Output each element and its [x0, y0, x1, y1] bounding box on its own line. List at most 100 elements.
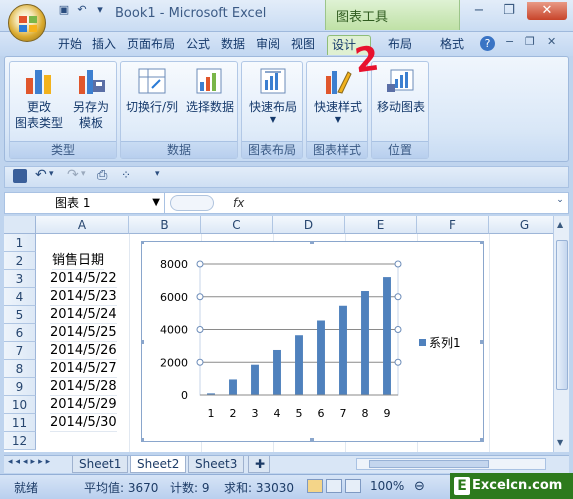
group-chart-styles-label: 图表样式 [307, 141, 367, 158]
col-header-b[interactable]: B [129, 216, 201, 234]
row-header-5[interactable]: 5 [4, 306, 36, 324]
col-header-g[interactable]: G [489, 216, 553, 234]
tab-format[interactable]: 格式 [436, 35, 468, 55]
sheet-tab-2[interactable]: Sheet2 [130, 456, 187, 473]
move-chart-button[interactable]: 移动图表 [374, 66, 428, 115]
save-icon[interactable] [13, 169, 27, 183]
row-header-12[interactable]: 12 [4, 432, 36, 450]
cell-a6[interactable]: 2014/5/25 [50, 324, 117, 342]
vertical-scroll-thumb[interactable] [556, 240, 568, 390]
office-button[interactable] [8, 4, 46, 42]
sheet-tab-1[interactable]: Sheet1 [72, 456, 129, 473]
select-all-corner[interactable] [4, 216, 36, 234]
formula-controls [170, 195, 214, 211]
redo-dropdown-icon[interactable]: ▾ [81, 169, 86, 179]
row-header-10[interactable]: 10 [4, 396, 36, 414]
tab-layout[interactable]: 布局 [384, 35, 416, 55]
save-as-template-button[interactable]: 另存为 模板 [68, 66, 114, 131]
move-chart-label: 移动图表 [376, 100, 425, 114]
tab-formulas[interactable]: 公式 [182, 35, 214, 55]
name-box-dropdown-icon[interactable]: ▼ [152, 193, 160, 213]
tab-insert[interactable]: 插入 [88, 35, 120, 55]
save-icon[interactable]: ▣ [56, 2, 72, 18]
print-preview-icon[interactable]: ⎙ [97, 168, 107, 183]
cell-a5[interactable]: 2014/5/24 [50, 306, 117, 324]
vertical-scrollbar[interactable]: ▲ ▼ [553, 216, 569, 452]
group-data: 切换行/列 选择数据 数据 [120, 61, 238, 159]
insert-function-icon[interactable]: fx [233, 196, 244, 210]
row-header-3[interactable]: 3 [4, 270, 36, 288]
horizontal-scroll-thumb[interactable] [369, 460, 489, 468]
row-header-7[interactable]: 7 [4, 342, 36, 360]
tab-view[interactable]: 视图 [287, 35, 319, 55]
row-header-6[interactable]: 6 [4, 324, 36, 342]
maximize-button[interactable]: ❐ [495, 2, 523, 20]
row-header-2[interactable]: 2 [4, 252, 36, 270]
tab-page-layout[interactable]: 页面布局 [123, 35, 179, 55]
row-header-4[interactable]: 4 [4, 288, 36, 306]
chart-tools-label: 图表工具 [336, 10, 389, 25]
sheet-nav-icon[interactable]: ◂◂◂▸▸▸ [8, 457, 53, 467]
page-break-view-icon[interactable] [345, 479, 361, 493]
horizontal-scrollbar[interactable] [356, 458, 546, 470]
plot-handle [196, 358, 204, 366]
minimize-button[interactable]: − [465, 2, 493, 20]
select-data-button[interactable]: 选择数据 [183, 66, 237, 115]
page-layout-view-icon[interactable] [326, 479, 342, 493]
customize-qat-icon[interactable]: ▾ [155, 169, 160, 179]
title-bar: ▣ ↶ ▾ Book1 - Microsoft Excel 图表工具 − ❐ ✕ [0, 0, 573, 32]
row-header-8[interactable]: 8 [4, 360, 36, 378]
ribbon-minimize-icon[interactable]: − [505, 35, 514, 48]
col-header-d[interactable]: D [273, 216, 345, 234]
bar [229, 379, 237, 395]
quick-layout-button[interactable]: 快速布局 ▼ [245, 66, 301, 125]
redo-icon[interactable]: ↷ [67, 167, 79, 183]
undo-dropdown-icon[interactable]: ▾ [49, 169, 54, 179]
cell-a9[interactable]: 2014/5/28 [50, 378, 117, 396]
zoom-level[interactable]: 100% [370, 479, 404, 493]
normal-view-icon[interactable] [307, 479, 323, 493]
tab-home[interactable]: 开始 [54, 35, 86, 55]
cell-a3[interactable]: 2014/5/22 [50, 270, 117, 288]
zoom-out-icon[interactable]: ⊖ [414, 479, 425, 494]
ribbon: 更改 图表类型 另存为 模板 类型 切换行/列 选择数据 数据 快速布局 ▼ 图… [4, 56, 569, 162]
expand-formula-icon[interactable]: ⌄ [553, 195, 567, 209]
chart-area[interactable]: 0 2000 4000 6000 8000 1 2 3 4 5 6 7 8 9 系列1 [140, 240, 484, 442]
chart-element-icon[interactable]: ⁘ [121, 168, 131, 182]
col-header-f[interactable]: F [417, 216, 489, 234]
cell-a7[interactable]: 2014/5/26 [50, 342, 117, 360]
name-box[interactable]: 图表 1 ▼ [5, 193, 165, 213]
qat-dropdown-icon[interactable]: ▾ [92, 2, 108, 18]
insert-sheet-icon[interactable]: ✚ [248, 456, 270, 473]
tab-data[interactable]: 数据 [217, 35, 249, 55]
change-chart-type-button[interactable]: 更改 图表类型 [14, 66, 64, 131]
legend-label: 系列1 [429, 336, 461, 350]
x-tick-label: 5 [296, 407, 303, 420]
ribbon-tabs: 开始 插入 页面布局 公式 数据 审阅 视图 设计 布局 格式 ? − ❐ ✕ [0, 32, 573, 56]
row-header-11[interactable]: 11 [4, 414, 36, 432]
help-icon[interactable]: ? [480, 36, 495, 51]
scroll-up-icon[interactable]: ▲ [557, 220, 563, 229]
col-header-c[interactable]: C [201, 216, 273, 234]
cell-a4[interactable]: 2014/5/23 [50, 288, 117, 306]
scroll-down-icon[interactable]: ▼ [557, 438, 563, 447]
cell-a11[interactable]: 2014/5/30 [50, 414, 117, 432]
tab-review[interactable]: 审阅 [252, 35, 284, 55]
row-header-1[interactable]: 1 [4, 234, 36, 252]
cell-a10[interactable]: 2014/5/29 [50, 396, 117, 414]
row-header-9[interactable]: 9 [4, 378, 36, 396]
cell-a2[interactable]: 销售日期 [52, 252, 105, 270]
workbook-close-icon[interactable]: ✕ [547, 35, 556, 48]
formula-input[interactable] [250, 193, 550, 213]
close-button[interactable]: ✕ [527, 2, 567, 20]
x-tick-label: 3 [252, 407, 259, 420]
undo-icon[interactable]: ↶ [74, 2, 90, 18]
quick-styles-icon [326, 71, 352, 94]
col-header-e[interactable]: E [345, 216, 417, 234]
switch-row-column-button[interactable]: 切换行/列 [123, 66, 181, 115]
cell-a8[interactable]: 2014/5/27 [50, 360, 117, 378]
undo-icon[interactable]: ↶ [35, 167, 47, 183]
ribbon-restore-icon[interactable]: ❐ [525, 35, 535, 48]
sheet-tab-3[interactable]: Sheet3 [188, 456, 245, 473]
col-header-a[interactable]: A [36, 216, 129, 234]
